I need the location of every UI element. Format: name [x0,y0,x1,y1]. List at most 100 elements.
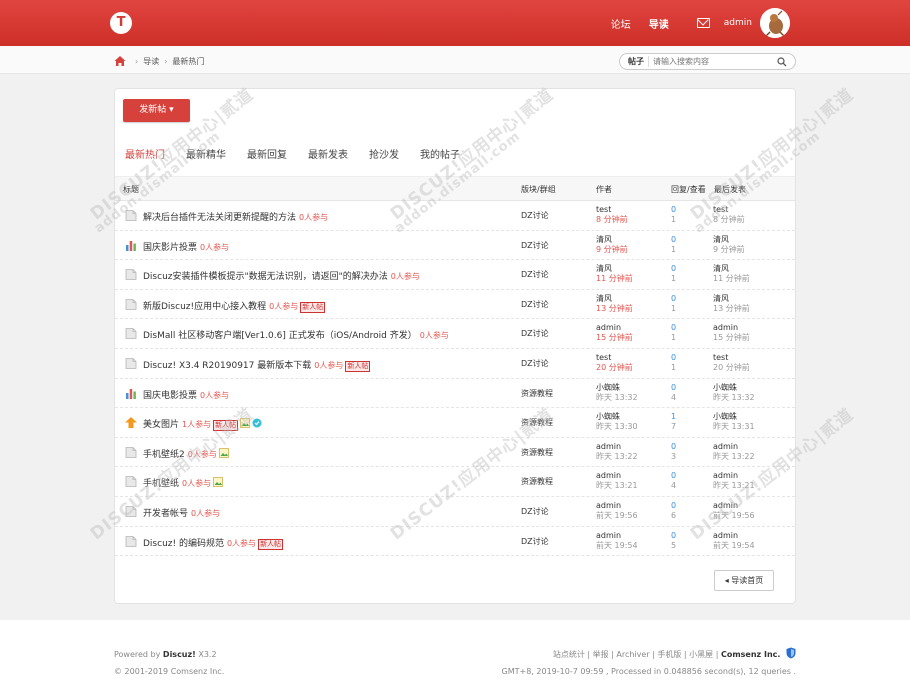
author-link[interactable]: admin [596,531,621,540]
table-row: 解决后台插件无法关闭更新提醒的方法 0人参与 DZ讨论 test 8 分钟前 0 1 test… [115,201,795,231]
back-to-guide-button[interactable]: ◂ 导读首页 [714,570,774,591]
nav-guide[interactable]: 导读 [649,16,669,31]
tab-my[interactable]: 我的帖子 [420,146,460,161]
recommend-icon [252,418,262,428]
thread-title[interactable]: 国庆影片投票 [143,243,197,253]
tab-hot[interactable]: 最新热门 [125,146,165,161]
new-post-button[interactable]: 发新帖 ▾ [123,99,190,122]
nav-forum[interactable]: 论坛 [611,16,631,31]
footer-links[interactable]: 站点统计 | 举报 | Archiver | 手机版 | 小黑屋 | [553,650,721,659]
avatar[interactable] [760,8,790,38]
last-poster-link[interactable]: 小蜘蛛 [713,412,737,421]
forum-link[interactable]: DZ讨论 [521,506,549,517]
tab-reply[interactable]: 最新回复 [247,146,287,161]
author-link[interactable]: 小蜘蛛 [596,412,620,421]
thread-title[interactable]: 开发者帐号 [143,509,188,519]
doc-icon [125,269,137,281]
hot-icon [125,417,137,429]
last-poster-link[interactable]: admin [713,442,738,451]
thread-title[interactable]: Discuz安装插件模板提示"数据无法识别，请返回"的解决办法 [143,272,388,282]
thread-title[interactable]: 新版Discuz!应用中心接入教程 [143,302,266,312]
last-post-time[interactable]: 昨天 13:31 [713,422,755,432]
thread-title[interactable]: Discuz! X3.4 R20190917 最新版本下载 [143,361,311,371]
site-logo[interactable]: T [110,12,132,34]
participant-count: 0人参与 [182,479,212,489]
table-row: 手机壁纸2 0人参与 资源教程 admin 昨天 13:22 0 3 admin 昨天 13:2… [115,438,795,468]
last-poster-link[interactable]: 清风 [713,235,729,244]
author-link[interactable]: admin [596,323,621,332]
participant-count: 0人参与 [200,242,230,252]
last-poster-link[interactable]: test [713,205,728,214]
last-poster-link[interactable]: admin [713,323,738,332]
last-poster-link[interactable]: 清风 [713,294,729,303]
mail-icon[interactable] [696,18,710,28]
last-post-time[interactable]: 前天 19:56 [713,511,755,521]
forum-link[interactable]: DZ讨论 [521,536,549,547]
last-poster-link[interactable]: test [713,353,728,362]
thread-title[interactable]: 手机壁纸2 [143,450,185,460]
forum-link[interactable]: 资源教程 [521,476,553,487]
thread-title[interactable]: DisMall 社区移动客户端[Ver1.0.6] 正式发布（iOS/Andro… [143,331,417,341]
doc-icon [125,506,137,517]
home-icon[interactable] [114,55,126,67]
product-link[interactable]: Discuz! [163,650,196,659]
thread-title[interactable]: 美女图片 [143,420,179,430]
breadcrumb-current[interactable]: 最新热门 [172,56,204,67]
thread-title[interactable]: 手机壁纸 [143,479,179,489]
thread-title[interactable]: 解决后台插件无法关闭更新提醒的方法 [143,213,296,223]
forum-link[interactable]: 资源教程 [521,447,553,458]
forum-link[interactable]: DZ讨论 [521,299,549,310]
post-time: 11 分钟前 [596,274,633,284]
forum-link[interactable]: DZ讨论 [521,240,549,251]
forum-link[interactable]: DZ讨论 [521,358,549,369]
tab-sofa[interactable]: 抢沙发 [369,146,399,161]
search-input[interactable] [649,57,759,66]
last-post-time[interactable]: 15 分钟前 [713,333,750,343]
author-link[interactable]: 小蜘蛛 [596,383,620,392]
last-post-time[interactable]: 昨天 13:22 [713,452,755,462]
last-post-time[interactable]: 昨天 13:32 [713,393,755,403]
last-poster-link[interactable]: 清风 [713,264,729,273]
last-poster-link[interactable]: 小蜘蛛 [713,383,737,392]
username-link[interactable]: admin [724,18,752,28]
forum-link[interactable]: DZ讨论 [521,210,549,221]
author-link[interactable]: admin [596,471,621,480]
forum-link[interactable]: 资源教程 [521,388,553,399]
last-post-time[interactable]: 13 分钟前 [713,304,750,314]
thread-title[interactable]: Discuz! 的编码规范 [143,539,224,549]
tab-digest[interactable]: 最新精华 [186,146,226,161]
new-user-badge: 新人帖 [345,360,371,372]
tab-new[interactable]: 最新发表 [308,146,348,161]
forum-link[interactable]: 资源教程 [521,417,553,428]
last-poster-link[interactable]: admin [713,531,738,540]
author-link[interactable]: 清风 [596,294,612,303]
last-post-time[interactable]: 11 分钟前 [713,274,750,284]
reply-count: 0 [671,205,677,214]
author-link[interactable]: 清风 [596,264,612,273]
table-header: 标题 版块/群组 作者 回复/查看 最后发表 [115,176,795,201]
search-scope-select[interactable]: 帖子 [620,56,649,67]
last-post-time[interactable]: 8 分钟前 [713,215,745,225]
forum-link[interactable]: DZ讨论 [521,328,549,339]
last-poster-link[interactable]: admin [713,501,738,510]
author-link[interactable]: admin [596,442,621,451]
thread-title[interactable]: 国庆电影投票 [143,391,197,401]
last-post-time[interactable]: 9 分钟前 [713,245,745,255]
author-link[interactable]: test [596,353,611,362]
search-icon[interactable] [777,57,787,67]
forum-link[interactable]: DZ讨论 [521,269,549,280]
image-attachment-icon [218,447,229,458]
last-post-time[interactable]: 昨天 13:21 [713,481,755,491]
doc-icon [125,446,137,458]
image-attachment-icon [213,477,223,488]
reply-count: 0 [671,293,677,303]
author-link[interactable]: admin [596,501,621,510]
last-post-time[interactable]: 前天 19:54 [713,541,755,551]
last-post-time[interactable]: 20 分钟前 [713,363,750,373]
author-link[interactable]: 清风 [596,235,612,244]
company-link[interactable]: Comsenz Inc. [721,650,780,659]
author-link[interactable]: test [596,205,611,214]
breadcrumb-guide[interactable]: 导读 [143,56,159,67]
shield-icon[interactable] [786,647,796,659]
last-poster-link[interactable]: admin [713,471,738,480]
